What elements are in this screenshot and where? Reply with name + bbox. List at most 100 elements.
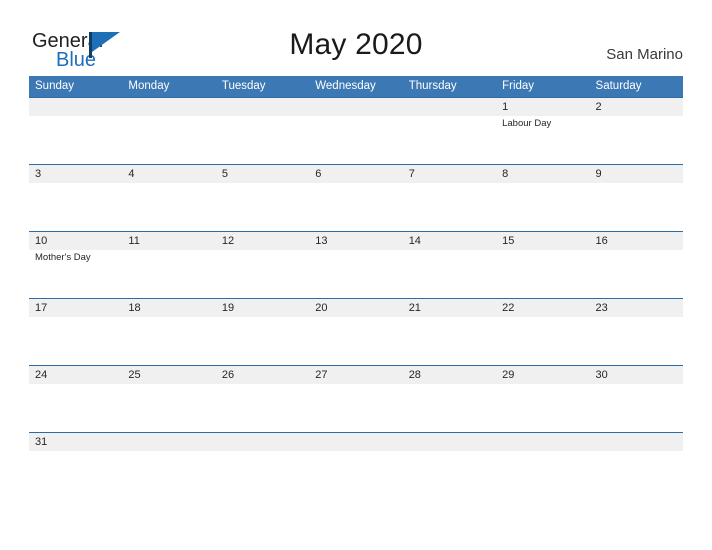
day-cell-12[interactable]: 12 [216,232,309,298]
day-cell-15[interactable]: 15 [496,232,589,298]
week-day-cells: 24 25 26 27 28 29 30 [29,366,683,432]
day-cell-empty [216,98,309,164]
day-cell-7[interactable]: 7 [403,165,496,231]
day-number: 30 [595,369,608,381]
weekday-header-thursday: Thursday [408,80,457,92]
week-day-cells: 17 18 19 20 21 22 23 [29,299,683,365]
day-number: 5 [221,168,228,180]
day-cell-14[interactable]: 14 [403,232,496,298]
day-cell-9[interactable]: 9 [590,165,683,231]
calendar-page: General Blue May 2020 San Marino Sunday M… [0,0,712,550]
day-number: 16 [595,235,608,247]
day-cell-20[interactable]: 20 [309,299,402,365]
day-cell-empty [216,433,309,451]
day-number: 18 [128,302,141,314]
day-cell-4[interactable]: 4 [122,165,215,231]
day-number: 27 [315,369,328,381]
weekday-header-sunday: Sunday [35,80,75,92]
day-number: 20 [315,302,328,314]
day-cell-empty [309,98,402,164]
day-number: 10 [35,235,48,247]
day-cell-1[interactable]: 1 Labour Day [496,98,589,164]
day-number: 29 [502,369,515,381]
day-cell-empty [122,433,215,451]
page-title: May 2020 [289,28,423,61]
day-number: 9 [595,168,602,180]
calendar-week-row: 1 Labour Day 2 [29,97,683,164]
day-cell-8[interactable]: 8 [496,165,589,231]
day-cell-25[interactable]: 25 [122,366,215,432]
holiday-label: Mother's Day [35,252,91,263]
day-cell-29[interactable]: 29 [496,366,589,432]
day-cell-10[interactable]: 10 Mother's Day [29,232,122,298]
day-cell-24[interactable]: 24 [29,366,122,432]
day-number: 1 [502,101,509,113]
weekday-header-saturday: Saturday [595,80,642,92]
day-number: 25 [128,369,141,381]
day-number: 21 [408,302,421,314]
day-number: 12 [221,235,235,247]
day-number: 23 [595,302,608,314]
holiday-label: Labour Day [502,118,552,129]
weekday-header-monday: Monday [128,80,170,92]
day-number: 26 [221,369,235,381]
day-cell-17[interactable]: 17 [29,299,122,365]
calendar-weeks: 1 Labour Day 2 3 4 5 6 7 8 9 10 Mother's Day 11 12 13 1… [29,97,683,451]
week-day-cells: 10 Mother's Day 11 12 13 14 15 16 [29,232,683,298]
day-cell-empty [29,98,122,164]
day-events: Labour Day [502,118,590,130]
day-cell-28[interactable]: 28 [403,366,496,432]
day-cell-2[interactable]: 2 [590,98,683,164]
day-number: 15 [502,235,515,247]
day-cell-23[interactable]: 23 [590,299,683,365]
weekday-header-tuesday: Tuesday [221,80,266,92]
day-number: 8 [502,168,509,180]
day-events: Mother's Day [35,252,123,264]
day-cell-18[interactable]: 18 [122,299,215,365]
day-number: 7 [408,168,415,180]
day-number: 14 [408,235,421,247]
day-number: 13 [315,235,328,247]
day-number: 4 [128,168,135,180]
calendar-week-row: 24 25 26 27 28 29 30 [29,365,683,432]
day-cell-13[interactable]: 13 [309,232,402,298]
day-cell-5[interactable]: 5 [216,165,309,231]
calendar-week-row: 31 [29,432,683,451]
weekday-header-wednesday: Wednesday [315,80,376,92]
day-cell-empty [403,433,496,451]
calendar-grid: Sunday Monday Tuesday Wednesday Thursday Frid… [29,76,683,451]
weekday-header-friday: Friday [502,80,535,92]
day-cell-empty [496,433,589,451]
country-label: San Marino [606,46,683,63]
day-cell-6[interactable]: 6 [309,165,402,231]
day-number: 6 [315,168,322,180]
day-number: 2 [595,101,602,113]
day-number: 3 [35,168,42,180]
weekday-header-row: Sunday Monday Tuesday Wednesday Thursday Frid… [29,76,683,97]
day-number: 19 [221,302,235,314]
week-day-cells: 31 [29,433,683,451]
page-header: General Blue May 2020 San Marino [0,0,712,76]
day-cell-27[interactable]: 27 [309,366,402,432]
day-cell-22[interactable]: 22 [496,299,589,365]
day-number: 22 [502,302,515,314]
calendar-week-row: 10 Mother's Day 11 12 13 14 15 16 [29,231,683,298]
day-cell-11[interactable]: 11 [122,232,215,298]
day-number: 11 [128,235,140,247]
calendar-week-row: 17 18 19 20 21 22 23 [29,298,683,365]
week-day-cells: 3 4 5 6 7 8 9 [29,165,683,231]
day-cell-30[interactable]: 30 [590,366,683,432]
day-cell-16[interactable]: 16 [590,232,683,298]
day-number: 24 [35,369,48,381]
day-cell-19[interactable]: 19 [216,299,309,365]
calendar-week-row: 3 4 5 6 7 8 9 [29,164,683,231]
day-number: 28 [408,369,421,381]
day-cell-3[interactable]: 3 [29,165,122,231]
day-cell-21[interactable]: 21 [403,299,496,365]
day-cell-26[interactable]: 26 [216,366,309,432]
day-cell-empty [309,433,402,451]
day-cell-empty [122,98,215,164]
day-number: 31 [35,436,48,448]
day-number: 17 [35,302,48,314]
day-cell-31[interactable]: 31 [29,433,122,451]
